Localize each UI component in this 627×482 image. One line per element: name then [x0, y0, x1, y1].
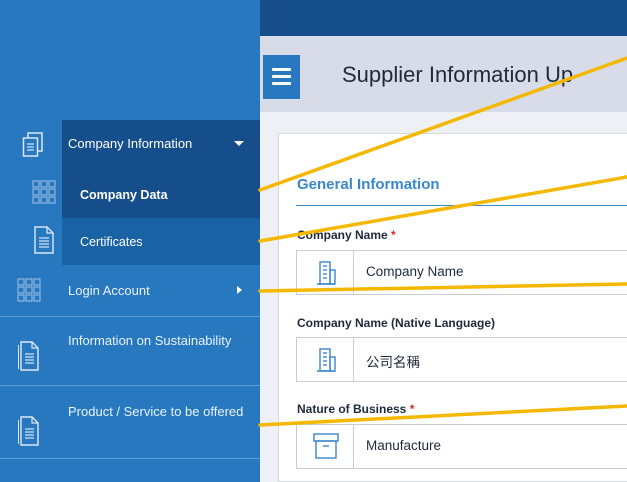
page-title: Supplier Information Up: [342, 62, 574, 87]
chevron-down-icon: [234, 141, 244, 146]
hamburger-icon: [272, 68, 291, 71]
sidebar-item-label: Company Information: [68, 136, 193, 151]
document-copy-icon: [22, 132, 43, 157]
nature-of-business-value: Manufacture: [366, 438, 442, 453]
field-addon: [297, 251, 354, 294]
sidebar-item-label: Product / Service to be offered: [68, 404, 244, 419]
sidebar-item-product-service[interactable]: Product / Service to be offered: [0, 386, 260, 458]
sidebar-item-company-data[interactable]: Company Data: [0, 168, 260, 218]
document-icon: [18, 341, 39, 371]
grid-icon: [17, 278, 41, 302]
sidebar-item-label: Certificates: [80, 235, 143, 249]
required-marker: *: [409, 402, 415, 416]
section-title: General Information: [297, 176, 440, 193]
sidebar-item-label: Company Data: [80, 188, 168, 202]
field-addon: [297, 425, 354, 468]
sidebar-item-sustainability[interactable]: Information on Sustainability: [0, 317, 260, 385]
box-icon: [313, 433, 339, 459]
document-icon: [18, 416, 39, 446]
top-bar: [260, 0, 627, 36]
nature-of-business-select[interactable]: Manufacture: [296, 424, 627, 469]
building-icon: [317, 261, 336, 285]
company-name-label: Company Name *: [297, 228, 396, 242]
nature-of-business-label: Nature of Business *: [297, 402, 415, 416]
document-icon: [34, 226, 54, 254]
required-marker: *: [391, 228, 396, 242]
company-name-native-label: Company Name (Native Language): [297, 316, 496, 330]
company-name-value: Company Name: [366, 264, 464, 279]
sidebar-item-company-information[interactable]: Company Information: [0, 120, 260, 168]
building-icon: [317, 348, 336, 372]
field-addon: [297, 338, 354, 381]
sidebar-item-label: Login Account: [68, 283, 150, 298]
sidebar-item-certificates[interactable]: Certificates: [0, 218, 260, 265]
hamburger-icon: [272, 82, 291, 85]
company-name-native-field[interactable]: 公司名稱: [296, 337, 627, 382]
sidebar-item-label: Information on Sustainability: [68, 333, 232, 348]
hamburger-icon: [272, 75, 291, 78]
divider: [0, 458, 260, 459]
sidebar-item-login-account[interactable]: Login Account: [0, 266, 260, 316]
grid-icon: [32, 180, 56, 204]
menu-toggle-button[interactable]: [263, 55, 300, 99]
company-name-native-value: 公司名稱: [366, 355, 420, 370]
section-divider: [296, 205, 627, 206]
company-name-field[interactable]: Company Name: [296, 250, 627, 295]
chevron-right-icon: [237, 286, 242, 294]
sidebar: Company Information Company Data Certifi…: [0, 0, 260, 482]
